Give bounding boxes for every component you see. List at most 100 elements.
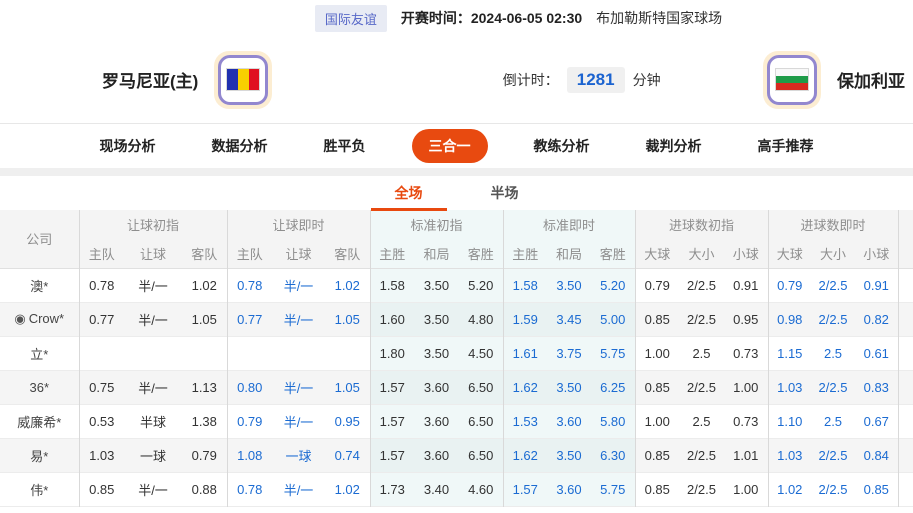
odds-cell: 3.40 — [414, 472, 459, 506]
subtab-full-match[interactable]: 全场 — [371, 176, 447, 211]
subcol-header: 客队 — [325, 239, 370, 268]
home-flag-frame — [214, 51, 272, 109]
subtab-half-match[interactable]: 半场 — [467, 176, 543, 211]
subcol-header: 大小 — [679, 239, 724, 268]
odds-cell: 1.60 — [370, 302, 414, 336]
subcol-header: 小球 — [724, 239, 768, 268]
odds-cell: 0.78 — [227, 268, 272, 302]
subcol-header: 大球 — [635, 239, 679, 268]
odds-cell: 0.73 — [724, 336, 768, 370]
odds-cell: 2.5 — [811, 404, 855, 438]
odds-cell: 0.78 — [79, 268, 124, 302]
company-cell[interactable]: 易* — [0, 438, 79, 472]
odds-cell: 2/2.5 — [679, 472, 724, 506]
odds-cell: 6.50 — [459, 438, 503, 472]
odds-cell: 1.53 — [503, 404, 547, 438]
odds-cell: 3.75 — [547, 336, 591, 370]
tab-data-analysis[interactable]: 数据分析 — [202, 129, 278, 163]
countdown-value: 1281 — [567, 67, 625, 93]
odds-cell: 1.62 — [503, 370, 547, 404]
subcol-header: 主胜 — [503, 239, 547, 268]
odds-cell: 1.57 — [370, 438, 414, 472]
odds-cell: 3.50 — [547, 438, 591, 472]
odds-cell: 0.79 — [635, 268, 679, 302]
company-cell[interactable]: 澳* — [0, 268, 79, 302]
odds-row: 伟*0.85半/一0.880.78半/一1.021.733.404.601.57… — [0, 472, 913, 506]
group-goals-live: 进球数即时 — [768, 210, 898, 239]
odds-cell — [79, 336, 124, 370]
odds-cell: 1.05 — [325, 302, 370, 336]
odds-cell: 半/一 — [124, 472, 182, 506]
match-info-bar: 国际友谊 开赛时间：2024-06-05 02:30 布加勒斯特国家球场 — [62, 0, 913, 36]
odds-cell: 0.77 — [79, 302, 124, 336]
tab-expert-picks[interactable]: 高手推荐 — [748, 129, 824, 163]
odds-cell: 0.75 — [79, 370, 124, 404]
cutoff-cell — [898, 302, 913, 336]
period-subtabs: 全场 半场 — [0, 176, 913, 210]
odds-cell: 1.57 — [370, 370, 414, 404]
odds-cell: 2/2.5 — [679, 268, 724, 302]
odds-cell — [227, 336, 272, 370]
odds-cell: 2/2.5 — [811, 472, 855, 506]
subcol-header: 让球 — [124, 239, 182, 268]
odds-cell: 3.60 — [547, 404, 591, 438]
odds-cell: 2/2.5 — [811, 268, 855, 302]
group-handicap-live: 让球即时 — [227, 210, 370, 239]
odds-cell: 半/一 — [272, 302, 325, 336]
odds-cell: 0.53 — [79, 404, 124, 438]
odds-cell: 1.01 — [724, 438, 768, 472]
company-cell[interactable]: 伟* — [0, 472, 79, 506]
analysis-nav: 现场分析 数据分析 胜平负 三合一 教练分析 裁判分析 高手推荐 — [0, 123, 913, 168]
odds-cell: 3.60 — [547, 472, 591, 506]
odds-cell: 0.74 — [325, 438, 370, 472]
company-cell[interactable]: 立* — [0, 336, 79, 370]
odds-cell: 0.85 — [635, 370, 679, 404]
odds-cell: 6.30 — [591, 438, 635, 472]
odds-cell: 3.50 — [547, 370, 591, 404]
subcol-header: 主队 — [79, 239, 124, 268]
odds-cell: 3.45 — [547, 302, 591, 336]
tab-three-in-one[interactable]: 三合一 — [412, 129, 488, 163]
tab-coach-analysis[interactable]: 教练分析 — [524, 129, 600, 163]
tab-referee-analysis[interactable]: 裁判分析 — [636, 129, 712, 163]
subcol-header: 和局 — [547, 239, 591, 268]
cutoff-cell — [898, 438, 913, 472]
subcol-header: 主胜 — [370, 239, 414, 268]
odds-table: 公司 让球初指 让球即时 标准初指 标准即时 进球数初指 进球数即时 主队 让球… — [0, 210, 913, 507]
odds-cell — [182, 336, 227, 370]
odds-cell: 1.02 — [182, 268, 227, 302]
odds-cell: 半/一 — [272, 404, 325, 438]
odds-cell: 6.50 — [459, 404, 503, 438]
odds-cell: 一球 — [272, 438, 325, 472]
company-cell[interactable]: 36* — [0, 370, 79, 404]
cutoff-column — [898, 210, 913, 268]
odds-cell: 1.62 — [503, 438, 547, 472]
company-cell[interactable]: ◉Crow* — [0, 302, 79, 336]
subcol-header: 和局 — [414, 239, 459, 268]
odds-cell: 1.13 — [182, 370, 227, 404]
league-badge: 国际友谊 — [315, 5, 387, 32]
countdown: 倒计时： 1281 分钟 — [336, 67, 827, 93]
subcol-header: 主队 — [227, 239, 272, 268]
odds-cell: 0.98 — [768, 302, 811, 336]
home-team: 罗马尼亚(主) — [102, 51, 272, 109]
odds-cell: 0.85 — [635, 472, 679, 506]
odds-cell: 1.61 — [503, 336, 547, 370]
odds-cell: 2/2.5 — [811, 438, 855, 472]
company-cell[interactable]: 威廉希* — [0, 404, 79, 438]
odds-cell: 3.60 — [414, 370, 459, 404]
odds-table-body: 澳*0.78半/一1.020.78半/一1.021.583.505.201.58… — [0, 268, 913, 506]
soccer-ball-icon: ◉ — [14, 311, 25, 326]
company-column-header: 公司 — [0, 210, 79, 268]
tab-win-draw-lose[interactable]: 胜平负 — [314, 129, 376, 163]
odds-cell: 0.95 — [325, 404, 370, 438]
odds-cell: 1.00 — [724, 472, 768, 506]
odds-cell: 5.00 — [591, 302, 635, 336]
tab-live-analysis[interactable]: 现场分析 — [90, 129, 166, 163]
odds-cell: 0.78 — [227, 472, 272, 506]
odds-cell: 1.00 — [635, 404, 679, 438]
odds-row: ◉Crow*0.77半/一1.050.77半/一1.051.603.504.80… — [0, 302, 913, 336]
odds-cell: 2.5 — [679, 404, 724, 438]
odds-cell: 6.25 — [591, 370, 635, 404]
cutoff-cell — [898, 472, 913, 506]
